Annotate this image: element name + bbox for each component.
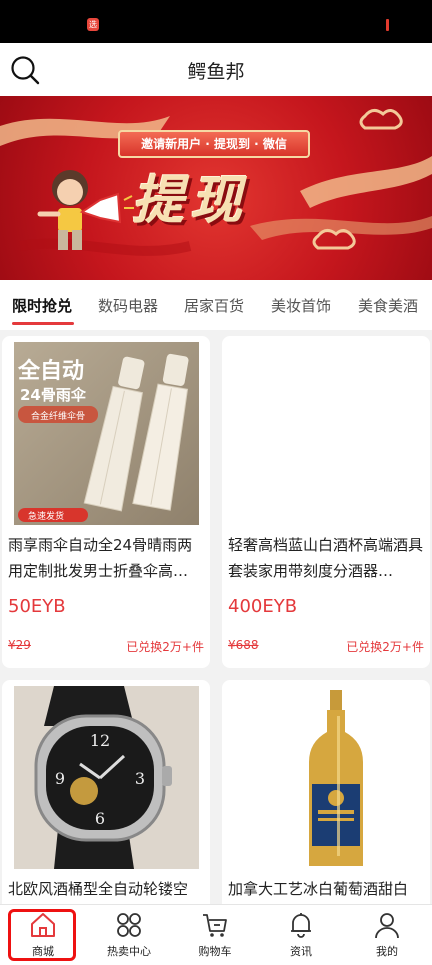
promo-banner[interactable]: 邀请新用户 · 提现到 · 微信 提现 bbox=[0, 96, 432, 280]
tab-beauty-jewelry[interactable]: 美妆首饰 bbox=[271, 295, 331, 316]
category-tabs: 限时抢兑 数码电器 居家百货 美妆首饰 美食美酒 bbox=[0, 280, 432, 330]
battery-indicator bbox=[386, 19, 389, 31]
tab-home-goods[interactable]: 居家百货 bbox=[184, 295, 244, 316]
product-image-ice-wine bbox=[234, 686, 419, 869]
product-name: 雨享雨伞自动全24骨晴雨两用定制批发男士折叠伞高… bbox=[8, 536, 193, 580]
tab-food-wine[interactable]: 美食美酒 bbox=[358, 295, 418, 316]
app-notification-icon: 选 bbox=[87, 18, 99, 31]
product-original-price: ¥688 bbox=[228, 638, 259, 652]
product-sold-count: 已兑换2万+件 bbox=[346, 640, 424, 654]
nav-label: 热卖中心 bbox=[107, 945, 151, 958]
grid-icon bbox=[117, 913, 141, 937]
app-header: 鳄鱼邦 bbox=[0, 43, 432, 96]
nav-label: 我的 bbox=[376, 945, 398, 958]
status-bar: 选 bbox=[0, 0, 432, 43]
umbrella-image-line1: 全自动 bbox=[17, 358, 84, 384]
product-sold-count: 已兑换2万+件 bbox=[126, 640, 204, 654]
product-name: 加拿大工艺冰白葡萄酒甜白 bbox=[228, 880, 409, 898]
svg-text:12: 12 bbox=[90, 731, 110, 750]
nav-item-news[interactable]: 资讯 bbox=[258, 905, 344, 965]
page-title: 鳄鱼邦 bbox=[187, 61, 245, 83]
nav-item-mall[interactable]: 商城 bbox=[0, 905, 86, 965]
banner-ribbon: 邀请新用户 · 提现到 · 微信 bbox=[118, 130, 310, 158]
banner-title: 提现 bbox=[132, 170, 249, 231]
umbrella-image-line2: 24骨雨伞 bbox=[20, 386, 87, 404]
nav-item-profile[interactable]: 我的 bbox=[344, 905, 430, 965]
svg-text:3: 3 bbox=[135, 769, 145, 788]
product-image-wine-set bbox=[234, 342, 419, 525]
product-image-watch: 12 3 6 9 bbox=[14, 686, 199, 869]
product-image-umbrella: 全自动 24骨雨伞 合金纤维伞骨 急速发货 bbox=[14, 342, 199, 525]
svg-text:6: 6 bbox=[95, 809, 105, 828]
cart-icon bbox=[203, 914, 227, 937]
tab-digital-appliances[interactable]: 数码电器 bbox=[98, 295, 158, 316]
nav-active-highlight bbox=[8, 909, 76, 961]
nav-label: 资讯 bbox=[290, 945, 312, 958]
product-price: 400EYB bbox=[228, 596, 298, 617]
tab-flash-redeem[interactable]: 限时抢兑 bbox=[12, 295, 72, 316]
product-card[interactable]: 轻奢高档蓝山白酒杯高端酒具套装家用带刻度分酒器… 400EYB ¥688 已兑换… bbox=[222, 336, 430, 668]
svg-text:9: 9 bbox=[55, 769, 65, 788]
umbrella-image-badge: 急速发货 bbox=[28, 510, 64, 522]
user-icon bbox=[375, 913, 399, 939]
bottom-navigation: 商城 热卖中心 购物车 资讯 我的 bbox=[0, 904, 432, 965]
product-card[interactable]: 12 3 6 9 北欧风酒桶型全自动轮镂空 bbox=[2, 680, 210, 912]
umbrella-image-tag: 合金纤维伞骨 bbox=[31, 410, 85, 422]
cartoon-character-illustration bbox=[37, 170, 134, 250]
nav-item-cart[interactable]: 购物车 bbox=[172, 905, 258, 965]
product-card[interactable]: 全自动 24骨雨伞 合金纤维伞骨 急速发货 雨享雨伞自动全24骨晴雨两用定制批发… bbox=[2, 336, 210, 668]
product-name: 北欧风酒桶型全自动轮镂空 bbox=[8, 880, 189, 898]
product-price: 50EYB bbox=[8, 596, 66, 617]
nav-label: 购物车 bbox=[198, 945, 232, 958]
product-card[interactable]: 加拿大工艺冰白葡萄酒甜白 bbox=[222, 680, 430, 912]
active-tab-indicator bbox=[12, 322, 74, 325]
product-original-price: ¥29 bbox=[8, 638, 31, 652]
nav-item-hot-sale[interactable]: 热卖中心 bbox=[86, 905, 172, 965]
bell-icon bbox=[291, 913, 311, 938]
product-name: 轻奢高档蓝山白酒杯高端酒具套装家用带刻度分酒器… bbox=[228, 536, 424, 580]
